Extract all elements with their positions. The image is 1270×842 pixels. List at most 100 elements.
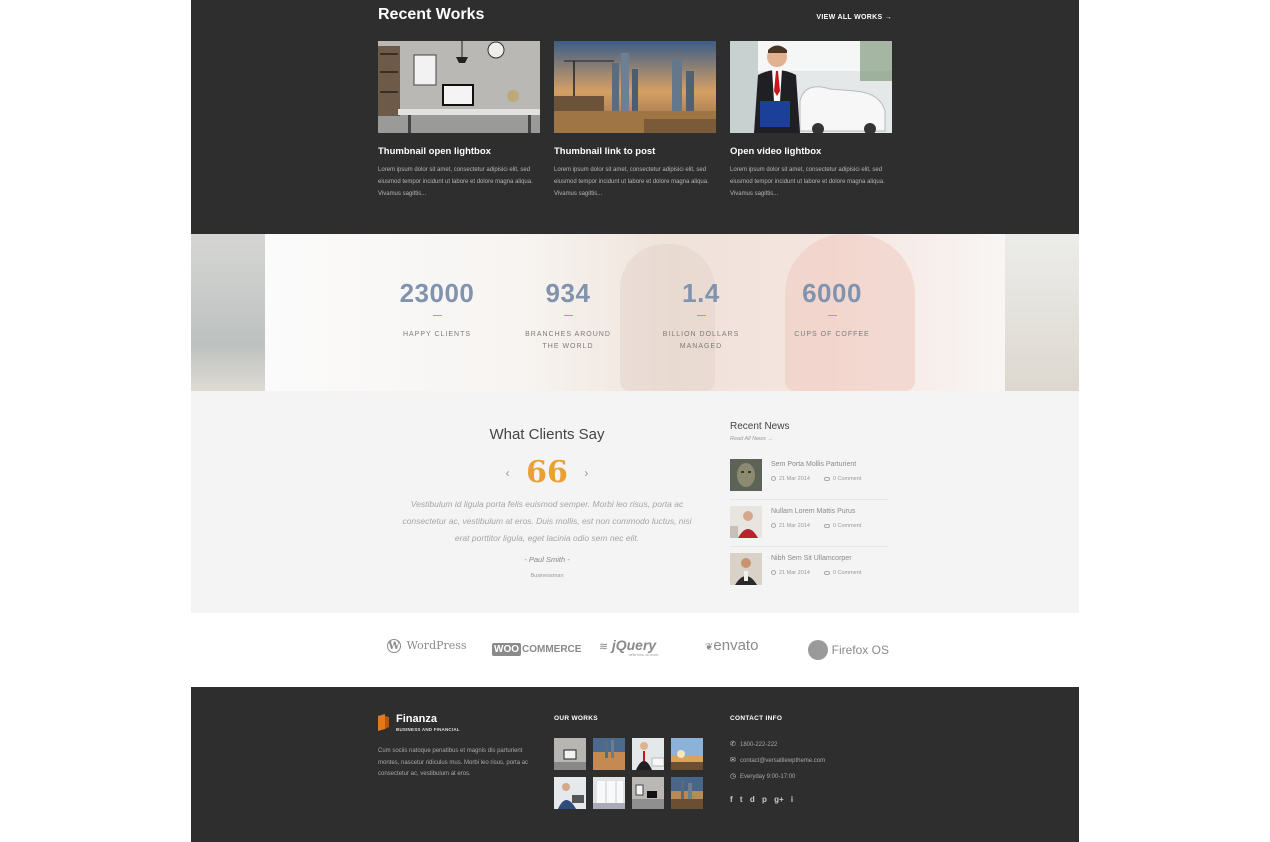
work-card-2[interactable]: Thumbnail link to post Lorem ipsum dolor… [554, 41, 716, 200]
counter-label: CUPS OF COFFEE [794, 331, 870, 338]
news-thumbnail[interactable] [730, 459, 762, 491]
news-date: 21 Mar 2014 [779, 523, 810, 529]
logo-text: Firefox OS [831, 643, 889, 657]
recent-news-title: Recent News [730, 421, 790, 432]
testimonials-title: What Clients Say [489, 426, 605, 443]
divider [730, 546, 888, 547]
background-image-left [191, 234, 265, 391]
testimonial-author: - Paul Smith - [524, 555, 570, 564]
background-image-right [1005, 234, 1079, 391]
news-comments[interactable]: 0 Comment [833, 570, 861, 576]
work-thumbnail-city[interactable] [554, 41, 716, 133]
news-item[interactable]: Sem Porta Mollis Parturient 21 Mar 2014 0… [730, 459, 888, 500]
news-date: 21 Mar 2014 [779, 570, 810, 576]
jquery-icon: ≋ [599, 641, 609, 653]
counter-number: 934 [545, 278, 591, 308]
work-thumbnail-businessman[interactable] [730, 41, 892, 133]
work-title[interactable]: Thumbnail open lightbox [378, 146, 540, 157]
news-thumbnail[interactable] [730, 506, 762, 538]
logo-jquery[interactable]: ≋ jQuery write less, do more. [599, 637, 659, 657]
facebook-icon[interactable]: f [730, 795, 733, 804]
google-plus-icon[interactable]: g+ [774, 795, 784, 804]
firefox-icon [808, 640, 828, 660]
logo-envato[interactable]: ❦envato [705, 637, 758, 654]
news-meta: 21 Mar 2014 0 Comment [771, 570, 861, 576]
email-text[interactable]: contact@versatilewptheme.com [740, 758, 825, 764]
counter-divider [696, 315, 706, 316]
news-title[interactable]: Nibh Sem Sit Ullamcorper [771, 555, 852, 562]
logo-woocommerce[interactable]: WOO COMMERCE [492, 640, 581, 656]
brand-tagline: BUSINESS AND FINANCIAL [396, 727, 460, 732]
prev-testimonial-button[interactable]: ‹ [506, 466, 510, 480]
work-card-1[interactable]: Thumbnail open lightbox Lorem ipsum dolo… [378, 41, 540, 200]
dribbble-icon[interactable]: d [750, 795, 755, 804]
news-item[interactable]: Nibh Sem Sit Ullamcorper 21 Mar 2014 0 Co… [730, 553, 888, 593]
work-thumbnail-office[interactable] [378, 41, 540, 133]
phone-text[interactable]: 1800-222-222 [740, 742, 777, 748]
news-title[interactable]: Sem Porta Mollis Parturient [771, 461, 856, 468]
counter-branches: 934 BRANCHES AROUND THE WORLD [508, 278, 628, 352]
news-title[interactable]: Nullam Lorem Mattis Purus [771, 508, 855, 515]
wordpress-icon: W [387, 638, 401, 653]
footer-work-thumb[interactable] [554, 777, 586, 809]
footer-work-thumb[interactable] [593, 777, 625, 809]
recent-works-title: Recent Works [378, 6, 485, 23]
footer-work-thumb[interactable] [671, 738, 703, 770]
logo-tagline: write less, do more. [629, 653, 660, 657]
contact-email: ✉ contact@versatilewptheme.com [730, 756, 825, 764]
counter-billion-dollars: 1.4 BILLION DOLLARS MANAGED [641, 278, 761, 352]
clock-icon [771, 570, 776, 576]
contact-info-heading: CONTACT INFO [730, 715, 783, 722]
footer-work-thumb[interactable] [632, 777, 664, 809]
phone-icon: ✆ [730, 741, 736, 748]
news-thumbnail[interactable] [730, 553, 762, 585]
testimonial-role: Businessman [530, 573, 564, 579]
counter-cups-of-coffee: 6000 CUPS OF COFFEE [772, 278, 892, 341]
footer-about-text: Cum sociis natoque penatibus et magnis d… [378, 748, 529, 777]
news-comments[interactable]: 0 Comment [833, 476, 861, 482]
footer-work-thumb[interactable] [554, 738, 586, 770]
footer-work-thumb[interactable] [632, 738, 664, 770]
stats-section: 23000 HAPPY CLIENTS 934 BRANCHES AROUND … [191, 234, 1079, 391]
work-title[interactable]: Thumbnail link to post [554, 146, 716, 157]
logo-wordpress[interactable]: W WordPress [387, 637, 467, 653]
logo-text: jQuery [611, 637, 657, 653]
partner-logos-section: W WordPress WOO COMMERCE ≋ jQuery write l… [191, 613, 1079, 687]
logo-firefox-os[interactable]: Firefox OS [808, 640, 889, 660]
finanza-logo-icon [378, 714, 389, 731]
logo-text: WordPress [406, 639, 467, 653]
work-card-3[interactable]: Open video lightbox Lorem ipsum dolor si… [730, 41, 892, 200]
social-links: f t d p g+ i [730, 795, 798, 804]
recent-works-section: Recent Works VIEW ALL WORKS → Thumbnail … [191, 0, 1079, 234]
view-all-works-link[interactable]: VIEW ALL WORKS → [816, 14, 892, 21]
footer-work-thumb[interactable] [671, 777, 703, 809]
counter-happy-clients: 23000 HAPPY CLIENTS [377, 278, 497, 341]
news-item[interactable]: Nullam Lorem Mattis Purus 21 Mar 2014 0 C… [730, 506, 888, 547]
instagram-icon[interactable]: i [791, 795, 793, 804]
counter-number: 23000 [399, 278, 475, 308]
twitter-icon[interactable]: t [740, 795, 743, 804]
counter-number: 1.4 [682, 278, 720, 308]
footer: Finanza BUSINESS AND FINANCIAL Cum socii… [191, 687, 1079, 842]
page: Recent Works VIEW ALL WORKS → Thumbnail … [191, 0, 1079, 842]
work-title[interactable]: Open video lightbox [730, 146, 892, 157]
pinterest-icon[interactable]: p [762, 795, 767, 804]
background-photo [265, 234, 1005, 391]
comment-icon [823, 570, 830, 575]
logo-text: COMMERCE [522, 644, 582, 655]
read-all-news-link[interactable]: Read All News → [730, 436, 773, 442]
our-works-heading: OUR WORKS [554, 715, 598, 722]
counter-divider [432, 315, 442, 316]
counter-divider [827, 315, 837, 316]
hours-text: Everyday 9:00-17:00 [740, 774, 796, 780]
news-meta: 21 Mar 2014 0 Comment [771, 476, 861, 482]
news-comments[interactable]: 0 Comment [833, 523, 861, 529]
footer-work-thumb[interactable] [593, 738, 625, 770]
brand-name[interactable]: Finanza [396, 713, 437, 725]
news-date: 21 Mar 2014 [779, 476, 810, 482]
next-testimonial-button[interactable]: › [584, 466, 588, 480]
clock-icon [771, 523, 776, 529]
counter-label: BILLION DOLLARS MANAGED [662, 331, 740, 350]
envelope-icon: ✉ [730, 757, 736, 764]
contact-hours: ◷ Everyday 9:00-17:00 [730, 772, 795, 780]
